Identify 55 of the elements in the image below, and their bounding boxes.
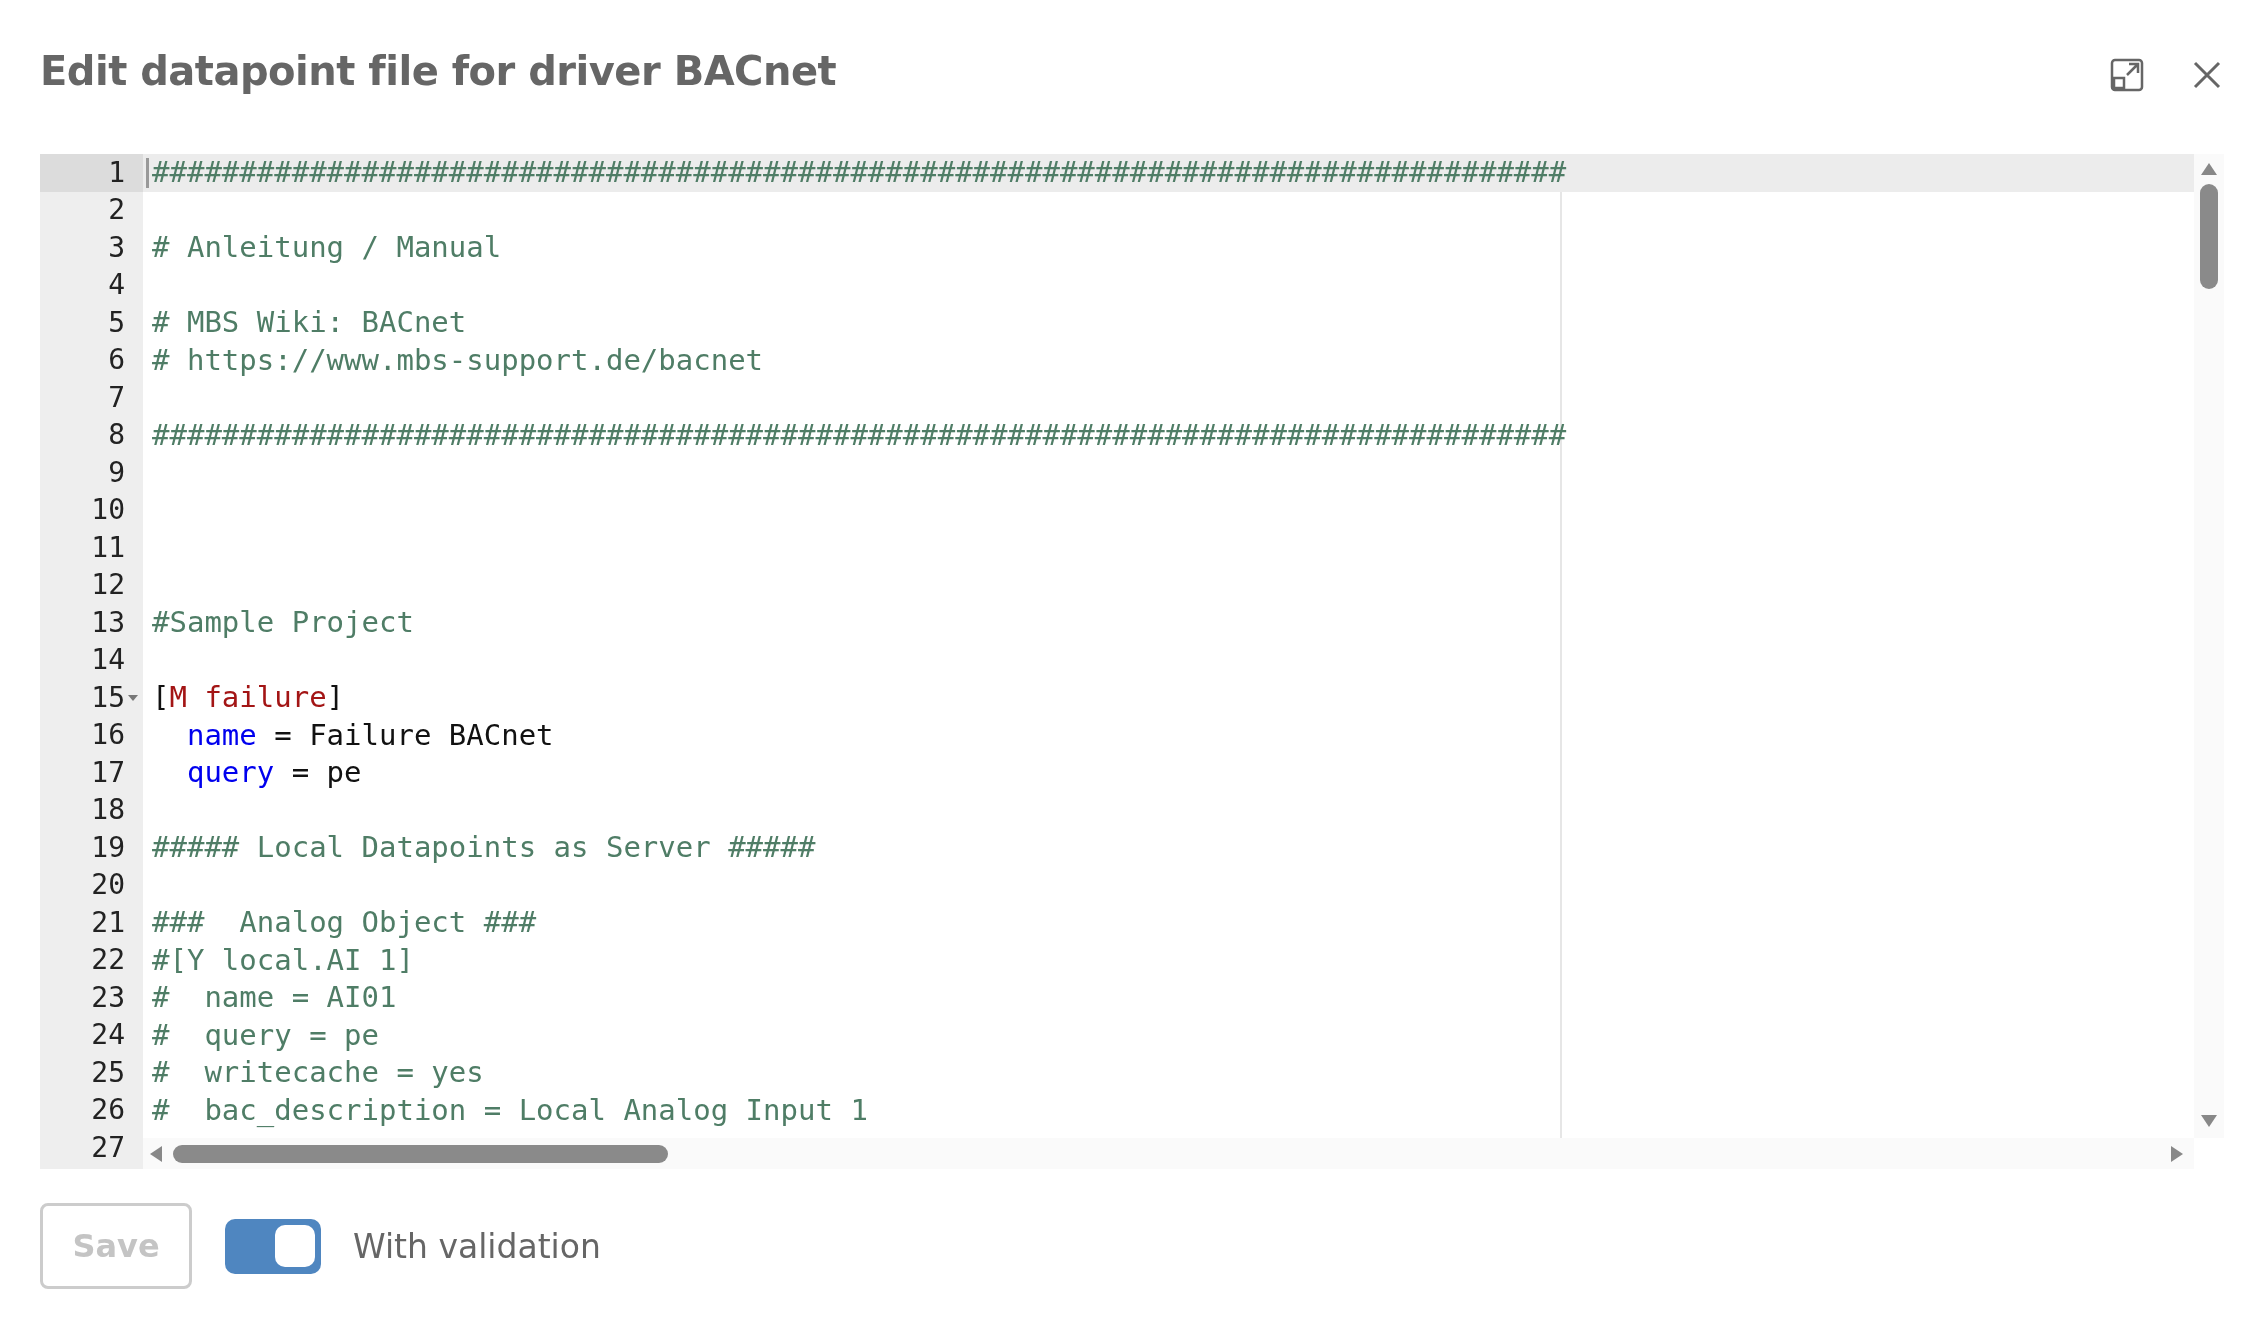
scroll-up-icon[interactable]	[2200, 162, 2218, 176]
code-line: # https://www.mbs-support.de/bacnet	[152, 342, 764, 378]
line-number: 21	[91, 908, 125, 937]
line-number: 23	[91, 983, 125, 1012]
line-number: 8	[108, 421, 125, 450]
code-line: query = pe	[185, 755, 362, 791]
code-line: [M failure]	[152, 680, 345, 716]
line-number: 16	[91, 721, 125, 750]
validation-toggle[interactable]	[225, 1218, 321, 1274]
line-number: 10	[91, 496, 125, 525]
line-number: 17	[91, 758, 125, 787]
line-number: 2	[108, 196, 125, 225]
line-number: 14	[91, 646, 125, 675]
scroll-right-icon[interactable]	[2170, 1144, 2184, 1163]
vertical-scrollbar-thumb[interactable]	[2200, 184, 2218, 289]
line-number: 1	[108, 158, 125, 187]
horizontal-scrollbar-thumb[interactable]	[173, 1144, 668, 1163]
code-line: # Anleitung / Manual	[152, 230, 502, 266]
code-line: #[Y local.AI 1]	[152, 942, 414, 978]
line-number: 18	[91, 796, 125, 825]
line-number: 11	[91, 533, 125, 562]
line-number: 25	[91, 1058, 125, 1087]
toggle-label: With validation	[353, 1226, 601, 1266]
line-number: 22	[91, 946, 125, 975]
line-number: 27	[91, 1133, 125, 1162]
dialog-title: Edit datapoint file for driver BACnet	[40, 48, 837, 94]
expand-icon[interactable]	[2110, 58, 2144, 92]
code-line: ##### Local Datapoints as Server #####	[152, 830, 816, 866]
code-line: #################################################################################	[152, 155, 1567, 191]
line-number: 7	[108, 383, 125, 412]
fold-caret-icon[interactable]	[127, 693, 139, 702]
line-number: 3	[108, 233, 125, 262]
line-number: 20	[91, 871, 125, 900]
line-number: 4	[108, 271, 125, 300]
code-line: name = Failure BACnet	[185, 717, 554, 753]
line-number: 24	[91, 1021, 125, 1050]
line-number: 15	[91, 683, 125, 712]
code-line: # MBS Wiki: BACnet	[152, 305, 467, 341]
line-number: 6	[108, 346, 125, 375]
scroll-left-icon[interactable]	[149, 1144, 163, 1163]
code-line: #Sample Project	[152, 605, 414, 641]
line-number: 5	[108, 308, 125, 337]
line-number: 9	[108, 458, 125, 487]
line-number: 13	[91, 608, 125, 637]
line-number: 19	[91, 833, 125, 862]
code-line: #################################################################################	[152, 417, 1567, 453]
code-line: # writecache = yes	[152, 1055, 484, 1091]
code-line: # query = pe	[152, 1017, 379, 1053]
close-icon[interactable]	[2192, 60, 2222, 90]
code-line: # name = AI01	[152, 980, 397, 1016]
code-line: # bac_description = Local Analog Input 1	[152, 1092, 868, 1128]
code-line: ### Analog Object ###	[152, 905, 537, 941]
line-number: 12	[91, 571, 125, 600]
scroll-down-icon[interactable]	[2200, 1114, 2218, 1128]
line-number: 26	[91, 1096, 125, 1125]
